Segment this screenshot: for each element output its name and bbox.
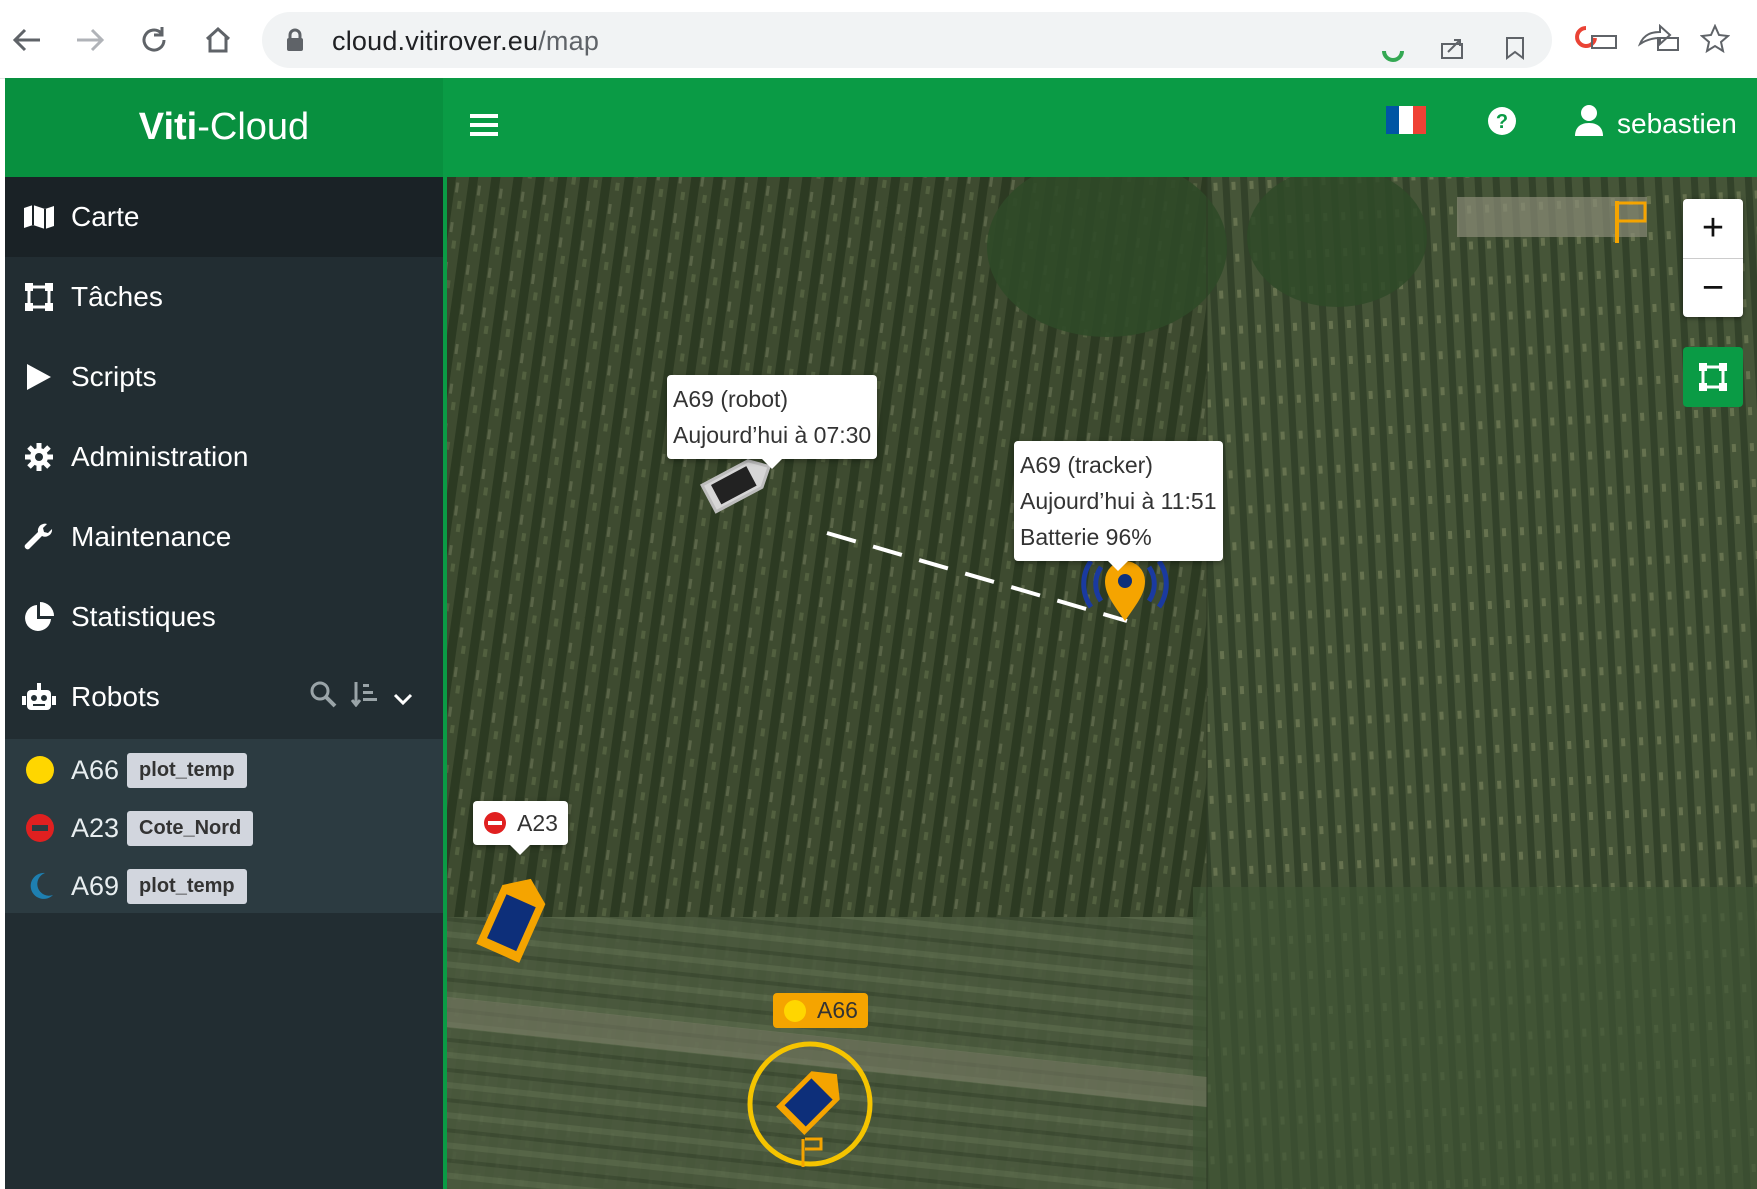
- robot-list-item-a23[interactable]: A23 Cote_Nord: [5, 803, 443, 853]
- sidebar-item-label: Administration: [71, 441, 249, 472]
- sidebar: Carte Tâches Scripts Administration Main…: [5, 177, 443, 1189]
- sidebar-item-maintenance[interactable]: Maintenance: [5, 497, 443, 577]
- robots-tools: [309, 680, 413, 715]
- chevron-down-icon[interactable]: [393, 681, 413, 713]
- sidebar-item-carte[interactable]: Carte: [5, 177, 443, 257]
- lock-icon: [286, 28, 304, 57]
- sidebar-item-label: Maintenance: [71, 521, 232, 552]
- sidebar-item-label: Tâches: [71, 281, 163, 312]
- robot-list-item-a69[interactable]: A69 plot_temp: [5, 861, 443, 911]
- popup-battery: Batterie 96%: [1020, 524, 1152, 550]
- popup-timestamp: Aujourd’hui à 11:51: [1020, 488, 1217, 514]
- forward-share-icon[interactable]: [1636, 23, 1680, 57]
- pie-chart-icon: [19, 602, 59, 632]
- bookmark-icon[interactable]: [1504, 36, 1526, 65]
- no-entry-icon: [26, 814, 54, 842]
- yellow-circle-icon: [784, 999, 806, 1022]
- robot-list: A66 plot_temp A23 Cote_Nord A69 plot_tem…: [5, 739, 443, 913]
- address-bar[interactable]: cloud.vitirover.eu/map: [262, 12, 1552, 68]
- robot-label-a23[interactable]: A23: [473, 801, 568, 855]
- zoom-in-button[interactable]: +: [1683, 199, 1743, 258]
- robot-tracker-link-line: [826, 531, 1128, 623]
- user-icon[interactable]: [1575, 104, 1603, 141]
- robot-label-a66[interactable]: A66: [773, 993, 868, 1028]
- share-icon[interactable]: [1440, 36, 1466, 65]
- reload-icon[interactable]: [134, 20, 174, 60]
- robot-icon: [19, 682, 59, 712]
- sidebar-item-taches[interactable]: Tâches: [5, 257, 443, 337]
- robot-tag: Cote_Nord: [127, 810, 254, 846]
- vector-square-icon: [19, 282, 59, 312]
- url-text: cloud.vitirover.eu/map: [332, 26, 600, 56]
- play-icon: [19, 363, 59, 391]
- help-icon[interactable]: ?: [1487, 106, 1517, 141]
- map-icon: [19, 204, 59, 230]
- robot-list-item-a66[interactable]: A66 plot_temp: [5, 745, 443, 795]
- robot-name: A66: [71, 754, 120, 785]
- robot-name: A69: [71, 870, 120, 901]
- sort-icon[interactable]: [350, 681, 379, 714]
- robot-name: A23: [71, 812, 120, 843]
- robot-tag: plot_temp: [127, 752, 247, 788]
- zoom-out-button[interactable]: −: [1683, 258, 1743, 318]
- search-icon[interactable]: [309, 680, 337, 715]
- draw-polygon-button[interactable]: [1683, 347, 1743, 407]
- home-icon[interactable]: [198, 20, 238, 60]
- sidebar-item-administration[interactable]: Administration: [5, 417, 443, 497]
- sidebar-item-robots[interactable]: Robots: [5, 657, 443, 737]
- wrench-icon: [19, 522, 59, 552]
- robot-label-text: A23: [517, 810, 558, 836]
- no-entry-icon: [484, 812, 506, 834]
- robot-marker-a23[interactable]: [473, 869, 553, 969]
- language-flag-icon[interactable]: [1386, 106, 1426, 134]
- sidebar-item-label: Robots: [71, 681, 160, 712]
- popup-title: A69 (robot): [673, 386, 789, 412]
- hamburger-menu-icon[interactable]: [470, 112, 498, 143]
- google-lens-icon[interactable]: [1380, 36, 1406, 67]
- forward-arrow-icon[interactable]: [70, 20, 110, 60]
- yellow-circle-icon: [26, 756, 54, 784]
- moon-icon: [30, 872, 53, 899]
- sidebar-item-label: Statistiques: [71, 601, 216, 632]
- flag-icon[interactable]: [1613, 199, 1649, 245]
- robot-popup-a69: A69 (robot) Aujourd’hui à 07:30: [667, 375, 878, 469]
- satellite-map[interactable]: A69 (robot) Aujourd’hui à 07:30 A69 (tra…: [443, 177, 1757, 1189]
- sidebar-item-label: Scripts: [71, 361, 157, 392]
- flag-band-white: [1399, 106, 1413, 134]
- back-arrow-icon[interactable]: [7, 20, 47, 60]
- gear-icon: [19, 443, 59, 471]
- robot-marker-a66[interactable]: [745, 1039, 875, 1169]
- tracker-popup-a69: A69 (tracker) Aujourd’hui à 11:51 Batter…: [1014, 441, 1223, 571]
- extension-icon[interactable]: [1574, 24, 1620, 57]
- zoom-control: + −: [1683, 199, 1743, 317]
- browser-toolbar: cloud.vitirover.eu/map: [0, 0, 1757, 79]
- sidebar-item-scripts[interactable]: Scripts: [5, 337, 443, 417]
- popup-title: A69 (tracker): [1020, 452, 1153, 478]
- flag-band-red: [1412, 106, 1426, 134]
- svg-text:?: ?: [1496, 111, 1508, 133]
- sidebar-item-statistiques[interactable]: Statistiques: [5, 577, 443, 657]
- sidebar-item-label: Carte: [71, 201, 140, 232]
- robot-label-text: A66: [817, 997, 858, 1023]
- star-icon[interactable]: [1699, 23, 1731, 59]
- robot-tag: plot_temp: [127, 868, 247, 904]
- brand-name-light: -Cloud: [197, 106, 310, 148]
- brand-logo[interactable]: Viti -Cloud: [5, 78, 443, 177]
- app-header: Viti -Cloud ? sebastien: [5, 78, 1757, 177]
- vector-square-icon: [1699, 363, 1727, 391]
- flag-band-blue: [1386, 106, 1400, 134]
- popup-timestamp: Aujourd’hui à 07:30: [673, 422, 872, 448]
- username-label[interactable]: sebastien: [1617, 108, 1737, 140]
- brand-name-bold: Viti: [138, 106, 198, 148]
